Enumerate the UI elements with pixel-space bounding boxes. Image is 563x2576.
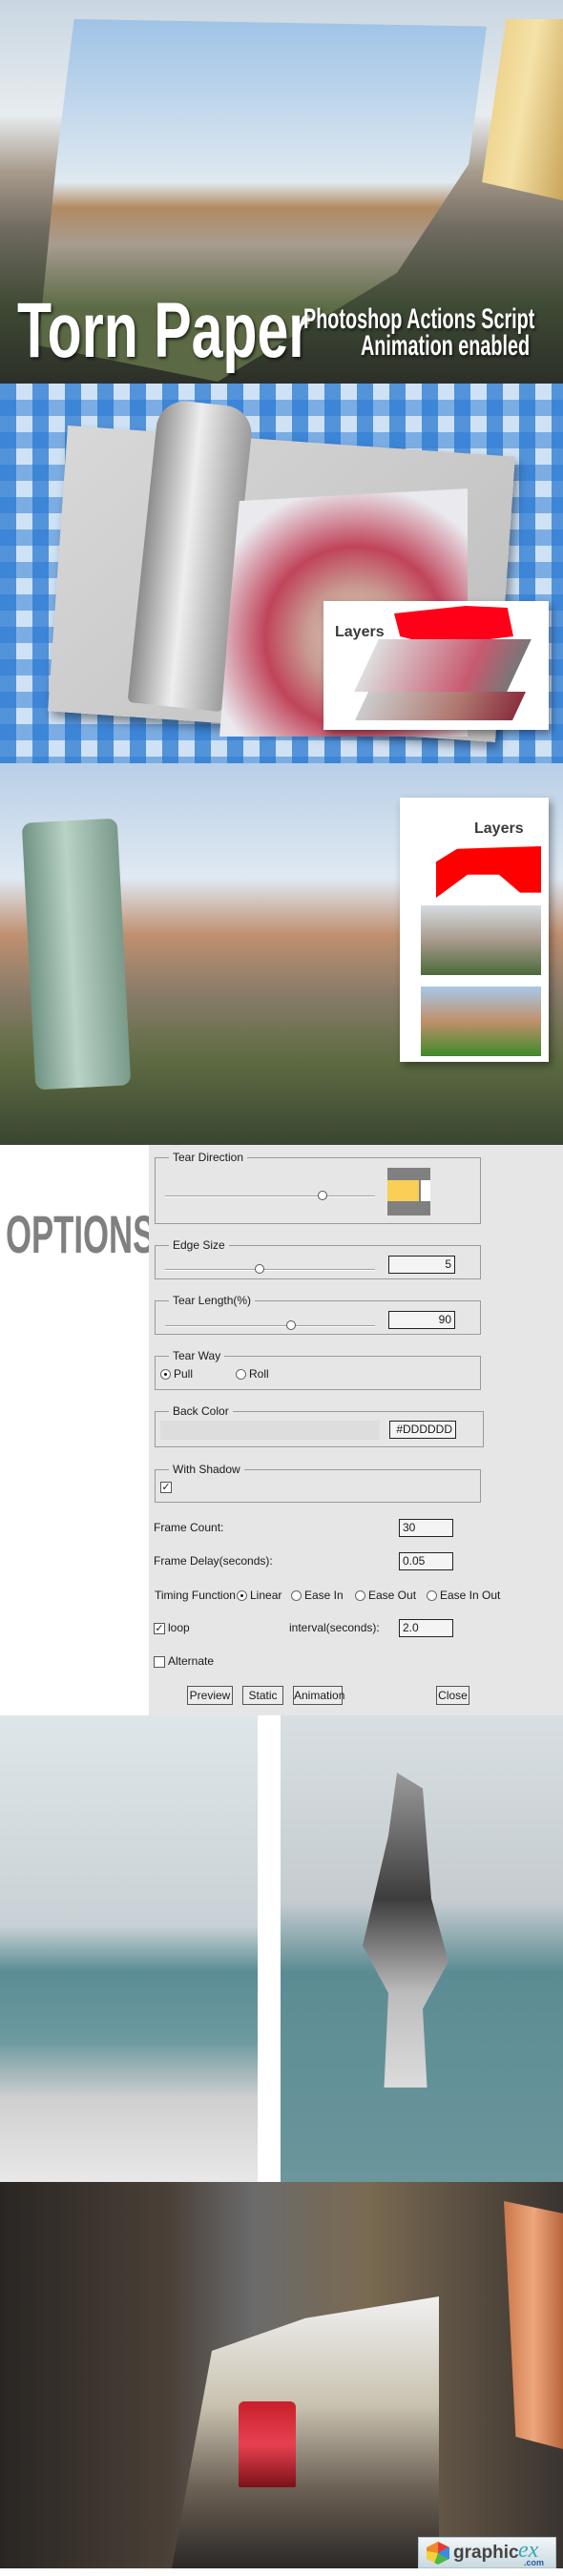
- layer-mask-red: [394, 606, 513, 644]
- hero-banner: Torn Paper Photoshop Actions Script Anim…: [0, 0, 563, 384]
- radio-roll[interactable]: [236, 1369, 246, 1380]
- tear-length-group: Tear Length(%) 90: [155, 1294, 481, 1335]
- watermark-tld: .com: [524, 2558, 545, 2567]
- radio-roll-label: Roll: [249, 1367, 269, 1381]
- paper-roll-green: [21, 818, 132, 1091]
- loop-label: loop: [168, 1621, 190, 1634]
- back-color-swatch[interactable]: [160, 1421, 380, 1440]
- radio-ease-in[interactable]: [291, 1590, 302, 1601]
- tear-way-label: Tear Way: [169, 1349, 225, 1362]
- landscape-example: Layers: [0, 763, 563, 1145]
- radio-pull[interactable]: [160, 1369, 171, 1380]
- slider-knob[interactable]: [255, 1264, 264, 1274]
- radio-pull-label: Pull: [174, 1367, 194, 1381]
- layers-label: Layers: [335, 624, 385, 640]
- radio-ease-in-out-label: Ease In Out: [440, 1589, 501, 1602]
- frame-delay-label: Frame Delay(seconds):: [154, 1554, 273, 1568]
- radio-linear-label: Linear: [250, 1589, 282, 1602]
- layer-mask-red: [436, 846, 541, 898]
- back-color-group: Back Color #DDDDDD: [155, 1404, 484, 1447]
- tear-direction-label: Tear Direction: [169, 1151, 248, 1164]
- with-shadow-group: With Shadow ✓: [155, 1463, 481, 1503]
- interval-label: interval(seconds):: [289, 1621, 380, 1634]
- layer-thumbnail: [354, 639, 532, 692]
- alternate-checkbox[interactable]: [154, 1656, 165, 1668]
- slider-knob[interactable]: [286, 1320, 296, 1330]
- timing-function-label: Timing Function: [155, 1589, 236, 1602]
- gingham-example: Layers: [0, 384, 563, 763]
- radio-ease-out-label: Ease Out: [368, 1589, 417, 1602]
- frame-count-label: Frame Count:: [154, 1521, 224, 1534]
- edge-size-group: Edge Size 5: [155, 1238, 481, 1279]
- back-color-label: Back Color: [169, 1404, 233, 1418]
- with-shadow-checkbox[interactable]: ✓: [160, 1482, 172, 1493]
- torn-street-photo: [172, 2296, 439, 2568]
- radio-linear[interactable]: [237, 1590, 247, 1601]
- static-button[interactable]: Static: [242, 1686, 283, 1705]
- frame-delay-input[interactable]: 0.05: [399, 1552, 453, 1570]
- layers-panel: Layers: [400, 798, 549, 1062]
- watermark-brand: graphic: [453, 2543, 519, 2563]
- layer-thumbnail: [421, 987, 541, 1056]
- slider-knob[interactable]: [318, 1191, 327, 1200]
- options-dialog: Tear Direction Edge Size 5 Tear Length(%…: [149, 1145, 563, 1715]
- with-shadow-label: With Shadow: [169, 1463, 244, 1476]
- options-heading: OPTIONS: [6, 1204, 156, 1264]
- edge-size-label: Edge Size: [169, 1238, 229, 1252]
- close-button[interactable]: Close: [436, 1686, 469, 1705]
- tear-direction-group: Tear Direction: [155, 1151, 481, 1224]
- layer-thumbnail: [355, 692, 526, 720]
- hero-title: Torn Paper: [17, 287, 311, 374]
- tear-length-input[interactable]: 90: [388, 1311, 455, 1329]
- tear-length-label: Tear Length(%): [169, 1294, 256, 1307]
- options-section: OPTIONS Tear Direction Edge Size 5 Tear …: [0, 1145, 563, 1715]
- paper-curl-yellow: [482, 19, 563, 200]
- tear-way-group: Tear Way Pull Roll: [155, 1349, 481, 1390]
- cube-logo-icon: [427, 2542, 449, 2565]
- edge-size-input[interactable]: 5: [388, 1256, 455, 1274]
- tear-length-slider[interactable]: [165, 1320, 375, 1330]
- radio-ease-out[interactable]: [355, 1590, 365, 1601]
- layer-thumbnail: [421, 905, 541, 975]
- graphicex-watermark: graphic ex .com: [418, 2537, 556, 2568]
- radio-ease-in-out[interactable]: [427, 1590, 437, 1601]
- pelican-example: [0, 1715, 563, 2182]
- back-color-input[interactable]: #DDDDDD: [389, 1421, 456, 1439]
- hero-subtitle-2: Animation enabled: [361, 330, 531, 362]
- animation-button[interactable]: Animation: [293, 1686, 344, 1705]
- radio-ease-in-label: Ease In: [304, 1589, 344, 1602]
- tear-direction-slider[interactable]: [165, 1191, 375, 1200]
- interval-input[interactable]: 2.0: [399, 1619, 453, 1637]
- frame-count-input[interactable]: 30: [399, 1519, 453, 1537]
- layers-label: Layers: [474, 821, 524, 837]
- street-example: [0, 2182, 563, 2568]
- preview-button[interactable]: Preview: [187, 1686, 233, 1705]
- alternate-label: Alternate: [168, 1654, 215, 1668]
- loop-checkbox[interactable]: ✓: [154, 1623, 165, 1634]
- tear-direction-preview-icon: [387, 1168, 430, 1215]
- layers-panel: Layers: [323, 601, 549, 730]
- red-tram: [239, 2401, 296, 2487]
- pier-photo-left: [0, 1715, 258, 2182]
- paper-curl-orange: [504, 2201, 563, 2449]
- edge-size-slider[interactable]: [165, 1264, 375, 1274]
